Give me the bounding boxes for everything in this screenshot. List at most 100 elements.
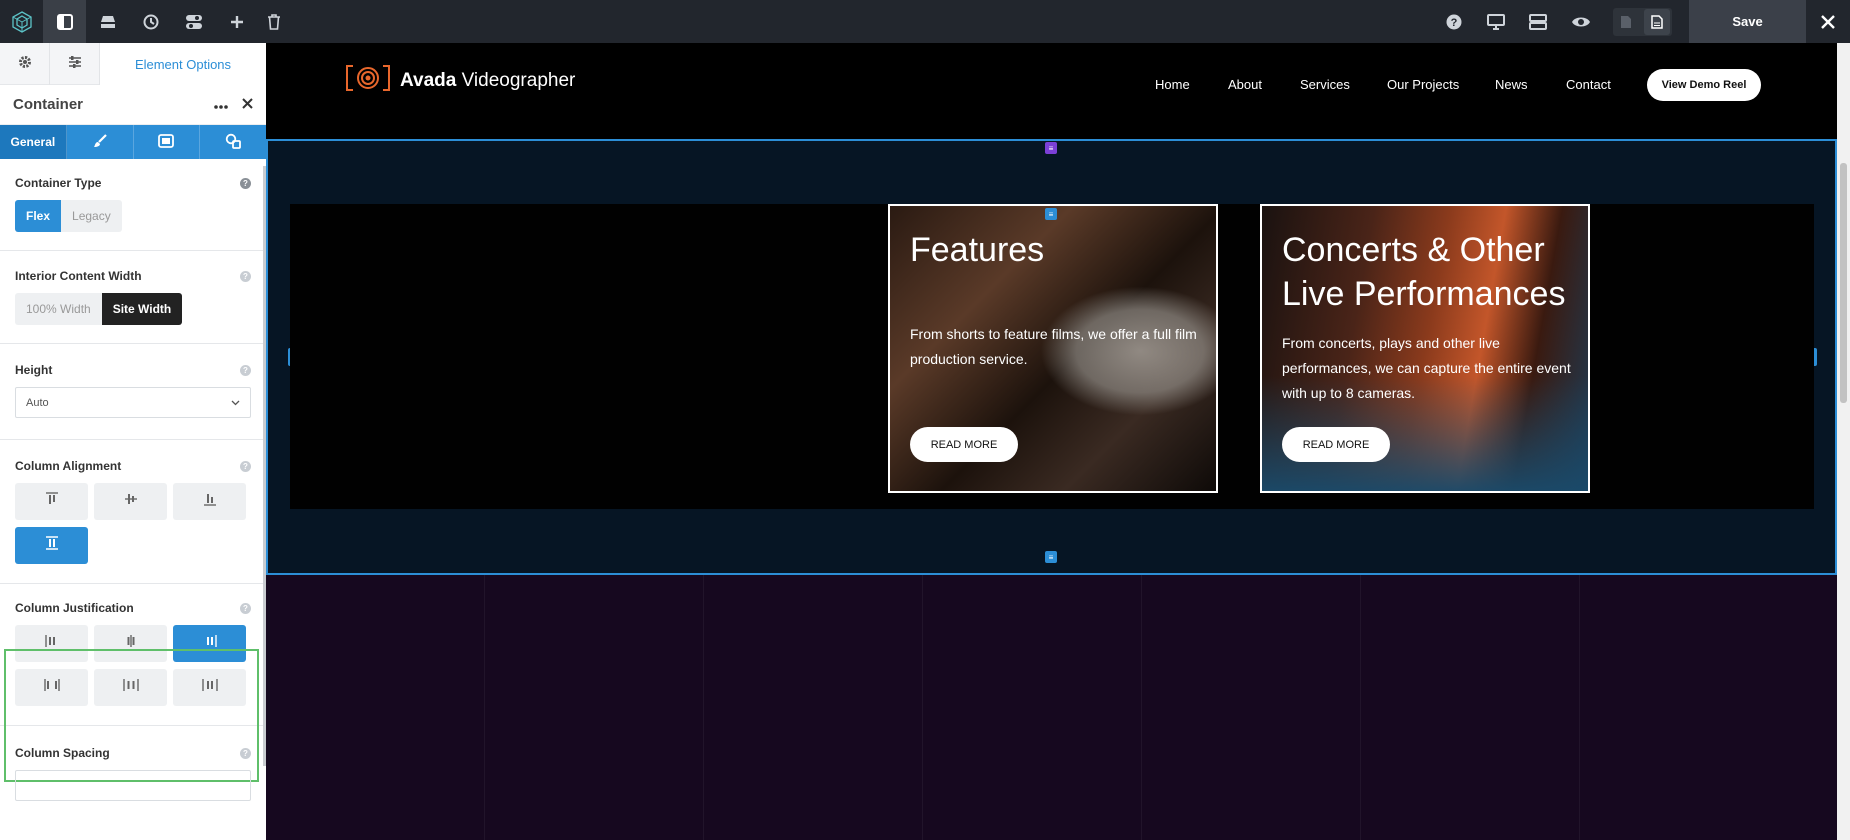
container-type-section: Container Type? Flex Legacy [0, 159, 266, 251]
help-icon[interactable]: ? [240, 364, 251, 376]
scrollbar-thumb[interactable] [1840, 163, 1847, 403]
history-icon[interactable] [129, 0, 172, 43]
help-icon[interactable]: ? [240, 270, 251, 282]
space-evenly-icon [201, 678, 218, 697]
read-more-button[interactable]: READ MORE [1282, 427, 1390, 462]
subtab-general[interactable]: General [0, 125, 67, 159]
justify-space-evenly-button[interactable] [173, 669, 246, 706]
camera-logo-icon [346, 65, 390, 96]
interior-width-100[interactable]: 100% Width [15, 293, 102, 325]
published-page-icon[interactable] [1644, 9, 1670, 35]
column-alignment-section: Column Alignment? [0, 440, 266, 584]
close-panel-icon[interactable] [242, 96, 253, 114]
site-logo[interactable]: Avada Videographer [346, 65, 575, 96]
nav-news[interactable]: News [1495, 77, 1528, 92]
space-around-icon [122, 678, 139, 697]
subtab-extras[interactable] [200, 125, 266, 159]
height-section: Height? Auto [0, 344, 266, 440]
justify-start-button[interactable] [15, 625, 88, 662]
align-top-icon [45, 492, 59, 511]
sidebar-toggle-icon[interactable] [43, 0, 86, 43]
help-icon[interactable]: ? [240, 747, 251, 759]
nav-about[interactable]: About [1228, 77, 1262, 92]
help-icon[interactable]: ? [240, 460, 251, 472]
save-button[interactable]: Save [1689, 0, 1806, 43]
preview-eye-icon[interactable] [1559, 0, 1602, 43]
justify-center-icon [124, 634, 138, 653]
feature-card[interactable]: Concerts & Other Live Performances From … [1260, 204, 1590, 493]
card-text: From concerts, plays and other live perf… [1282, 335, 1571, 401]
site-brand: Avada Videographer [400, 70, 575, 92]
column-spacing-input[interactable] [15, 770, 251, 801]
more-options-icon[interactable] [214, 96, 228, 114]
align-stretch-button[interactable] [15, 527, 88, 564]
panel-tabs: Element Options [0, 43, 266, 85]
tab-element-options[interactable]: Element Options [100, 43, 266, 85]
space-between-icon [43, 678, 60, 697]
container-type-flex[interactable]: Flex [15, 200, 62, 232]
align-middle-icon [124, 492, 138, 511]
align-stretch-icon [45, 536, 59, 555]
align-bottom-button[interactable] [173, 483, 246, 520]
justify-end-icon [203, 634, 217, 653]
settings-toggles-icon[interactable] [172, 0, 215, 43]
container-type-legacy[interactable]: Legacy [61, 200, 122, 232]
brush-icon [93, 133, 107, 151]
justify-center-button[interactable] [94, 625, 167, 662]
svg-text:?: ? [1450, 17, 1457, 29]
background-image-icon [158, 133, 175, 151]
nav-services[interactable]: Services [1300, 77, 1350, 92]
subtab-background[interactable] [134, 125, 201, 159]
view-demo-reel-button[interactable]: View Demo Reel [1647, 69, 1761, 101]
selected-container[interactable]: ≡ ≡ Ⅲ Ⅲ Features From shorts to feature … [266, 139, 1837, 575]
trash-icon[interactable] [252, 0, 295, 43]
nav-home[interactable]: Home [1155, 77, 1190, 92]
interior-width-toggle: 100% Width Site Width [15, 293, 183, 325]
canvas-scrollbar[interactable] [1837, 43, 1850, 840]
column-spacing-label: Column Spacing [15, 746, 110, 760]
read-more-button[interactable]: READ MORE [910, 427, 1018, 462]
layout-sections-icon[interactable] [1516, 0, 1559, 43]
card-title: Features [910, 231, 1045, 269]
justify-space-between-button[interactable] [15, 669, 88, 706]
align-center-button[interactable] [94, 483, 167, 520]
desktop-preview-icon[interactable] [1474, 0, 1517, 43]
height-label: Height [15, 363, 53, 377]
align-top-button[interactable] [15, 483, 88, 520]
card-text: From shorts to feature films, we offer a… [910, 326, 1197, 367]
height-value: Auto [26, 396, 49, 409]
column-alignment-label: Column Alignment [15, 459, 122, 473]
card-title: Concerts & Other Live Performances [1282, 231, 1566, 313]
justify-space-around-button[interactable] [94, 669, 167, 706]
site-header: Avada Videographer Home About Services O… [266, 43, 1850, 139]
justify-end-button[interactable] [173, 625, 246, 662]
help-icon[interactable]: ? [1432, 0, 1475, 43]
help-icon[interactable]: ? [240, 177, 251, 189]
column-justification-section: Column Justification? [0, 584, 266, 726]
close-builder-icon[interactable] [1806, 0, 1850, 43]
library-icon[interactable] [86, 0, 129, 43]
container-drag-handle-bottom[interactable]: ≡ [1045, 551, 1057, 563]
option-subtabs: General [0, 125, 266, 159]
column-drag-handle[interactable]: ≡ [1045, 208, 1057, 220]
help-icon[interactable]: ? [240, 602, 251, 614]
draft-page-icon[interactable] [1620, 15, 1632, 34]
nav-contact[interactable]: Contact [1566, 77, 1611, 92]
tab-global-settings[interactable] [0, 43, 50, 85]
element-title: Container [13, 96, 84, 113]
brand-name: Avada [400, 69, 457, 91]
interior-width-site[interactable]: Site Width [101, 293, 183, 325]
gear-icon [18, 55, 32, 74]
container-drag-handle-top[interactable]: ≡ [1045, 142, 1057, 154]
avada-logo-icon[interactable] [0, 0, 43, 43]
element-header: Container [0, 85, 266, 125]
interior-width-section: Interior Content Width? 100% Width Site … [0, 251, 266, 344]
brand-suffix: Videographer [456, 69, 576, 91]
tab-page-options[interactable] [50, 43, 100, 85]
nav-our-projects[interactable]: Our Projects [1387, 77, 1459, 92]
align-bottom-icon [203, 492, 217, 511]
builder-toolbar: ? Save [0, 0, 1850, 43]
feature-card[interactable]: Features From shorts to feature films, w… [888, 204, 1218, 493]
height-select[interactable]: Auto [15, 387, 251, 418]
subtab-design[interactable] [67, 125, 134, 159]
